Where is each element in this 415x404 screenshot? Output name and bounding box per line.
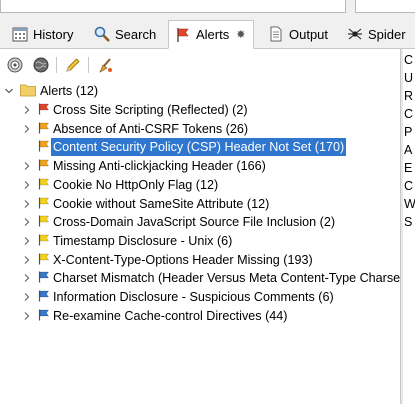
scan-target-icon[interactable] bbox=[6, 56, 24, 74]
chevron-right-icon[interactable] bbox=[22, 273, 32, 283]
tab-output[interactable]: Output bbox=[262, 20, 334, 48]
alert-tree-item[interactable]: Timestamp Disclosure - Unix (6) bbox=[0, 231, 400, 251]
url-field-remnant[interactable] bbox=[0, 0, 346, 13]
chevron-right-icon[interactable] bbox=[22, 199, 32, 209]
detail-line: R bbox=[404, 89, 414, 103]
detail-line: C bbox=[404, 107, 414, 121]
risk-flag-icon bbox=[38, 290, 50, 302]
spider-icon bbox=[347, 26, 363, 42]
tab-label: Search bbox=[115, 26, 157, 42]
chevron-down-icon[interactable] bbox=[4, 86, 14, 96]
alert-tree-item-label: Missing Anti-clickjacking Header (166) bbox=[53, 159, 266, 174]
tab-label: Spider bbox=[368, 26, 406, 42]
alert-tree-item[interactable]: Cross-Domain JavaScript Source File Incl… bbox=[0, 212, 400, 232]
toolbar-separator bbox=[56, 57, 57, 73]
detail-line: C bbox=[404, 179, 414, 193]
chevron-right-icon[interactable] bbox=[22, 311, 32, 321]
risk-flag-icon bbox=[38, 140, 50, 152]
chevron-right-icon[interactable] bbox=[22, 292, 32, 302]
risk-flag-icon bbox=[38, 122, 50, 134]
risk-flag-icon bbox=[38, 178, 50, 190]
chevron-right-icon[interactable] bbox=[22, 236, 32, 246]
alert-tree-item[interactable]: Cross Site Scripting (Reflected) (2) bbox=[0, 100, 400, 120]
detail-line: C bbox=[404, 53, 414, 67]
secondary-field-remnant[interactable] bbox=[355, 0, 415, 13]
clear-broom-icon[interactable] bbox=[96, 56, 114, 74]
detail-line: W bbox=[404, 197, 415, 211]
alert-tree-item[interactable]: Charset Mismatch (Header Versus Meta Con… bbox=[0, 268, 400, 288]
tab-spider[interactable]: Spider bbox=[341, 20, 412, 48]
tab-history[interactable]: History bbox=[6, 20, 79, 48]
alert-tree-item-label: Absence of Anti-CSRF Tokens (26) bbox=[53, 121, 249, 136]
risk-flag-icon bbox=[38, 271, 50, 283]
chevron-right-icon[interactable] bbox=[22, 124, 32, 134]
detail-line: A bbox=[404, 143, 413, 157]
alert-tree-item-label: Charset Mismatch (Header Versus Meta Con… bbox=[53, 271, 400, 286]
alert-tree-item-label: Cookie without SameSite Attribute (12) bbox=[53, 196, 270, 211]
output-icon bbox=[268, 26, 284, 42]
alert-tree-item-label: Timestamp Disclosure - Unix (6) bbox=[53, 233, 233, 248]
pin-icon[interactable]: ✸ bbox=[236, 28, 245, 41]
alert-tree-item-label: Re-examine Cache-control Directives (44) bbox=[53, 308, 288, 323]
chevron-right-icon[interactable] bbox=[22, 180, 32, 190]
tree-root-alerts[interactable]: Alerts (12) bbox=[0, 81, 400, 101]
chevron-right-icon[interactable] bbox=[22, 161, 32, 171]
tab-search[interactable]: Search bbox=[88, 20, 162, 48]
risk-flag-icon bbox=[38, 159, 50, 171]
alert-tree-item-label: X-Content-Type-Options Header Missing (1… bbox=[53, 252, 313, 267]
tab-bar: History Search Alerts ✸ Output Spider bbox=[0, 18, 415, 49]
alert-tree-item[interactable]: Information Disclosure - Suspicious Comm… bbox=[0, 287, 400, 307]
alert-tree-item[interactable]: X-Content-Type-Options Header Missing (1… bbox=[0, 250, 400, 270]
alert-tree-item-label: Content Security Policy (CSP) Header Not… bbox=[51, 138, 347, 157]
alert-tree-item[interactable]: Missing Anti-clickjacking Header (166) bbox=[0, 156, 400, 176]
search-icon bbox=[94, 26, 110, 42]
tab-alerts[interactable]: Alerts ✸ bbox=[168, 20, 254, 49]
top-strip bbox=[0, 0, 415, 18]
chevron-right-icon[interactable] bbox=[22, 217, 32, 227]
detail-line: P bbox=[404, 125, 413, 139]
alert-tree-item[interactable]: Cookie No HttpOnly Flag (12) bbox=[0, 175, 400, 195]
alerts-toolbar bbox=[0, 49, 400, 82]
alert-tree-item[interactable]: Cookie without SameSite Attribute (12) bbox=[0, 194, 400, 214]
detail-line: S bbox=[404, 215, 413, 229]
tab-label: Alerts bbox=[196, 27, 230, 42]
globe-icon[interactable] bbox=[32, 56, 50, 74]
detail-line: U bbox=[404, 71, 414, 85]
alert-tree-item[interactable]: Re-examine Cache-control Directives (44) bbox=[0, 306, 400, 326]
toolbar-separator bbox=[88, 57, 89, 73]
alert-detail-panel: C U R C P A E C W S bbox=[403, 49, 415, 404]
alerts-flag-icon bbox=[175, 27, 191, 43]
alert-tree-item-label: Cookie No HttpOnly Flag (12) bbox=[53, 177, 219, 192]
risk-flag-icon bbox=[38, 253, 50, 265]
alert-tree-item-label: Cross-Domain JavaScript Source File Incl… bbox=[53, 215, 336, 230]
history-icon bbox=[12, 26, 28, 42]
alert-tree-item[interactable]: Absence of Anti-CSRF Tokens (26) bbox=[0, 119, 400, 139]
tab-label: History bbox=[33, 26, 74, 42]
folder-icon bbox=[20, 83, 36, 100]
risk-flag-icon bbox=[38, 234, 50, 246]
chevron-right-icon[interactable] bbox=[22, 142, 32, 152]
alert-tree-item-label: Information Disclosure - Suspicious Comm… bbox=[53, 290, 334, 304]
edit-pencil-icon[interactable] bbox=[64, 56, 82, 74]
tab-label: Output bbox=[289, 26, 329, 42]
alert-tree-item-label: Cross Site Scripting (Reflected) (2) bbox=[53, 103, 248, 117]
risk-flag-icon bbox=[38, 103, 50, 115]
alert-tree-item[interactable]: Content Security Policy (CSP) Header Not… bbox=[0, 137, 400, 157]
chevron-right-icon[interactable] bbox=[22, 105, 32, 115]
alerts-tree: Alerts (12) Cross Site Scripting (Reflec… bbox=[0, 81, 400, 404]
risk-flag-icon bbox=[38, 309, 50, 321]
chevron-right-icon[interactable] bbox=[22, 255, 32, 265]
tree-root-label: Alerts (12) bbox=[40, 84, 99, 98]
risk-flag-icon bbox=[38, 197, 50, 209]
risk-flag-icon bbox=[38, 215, 50, 227]
detail-line: E bbox=[404, 161, 413, 175]
